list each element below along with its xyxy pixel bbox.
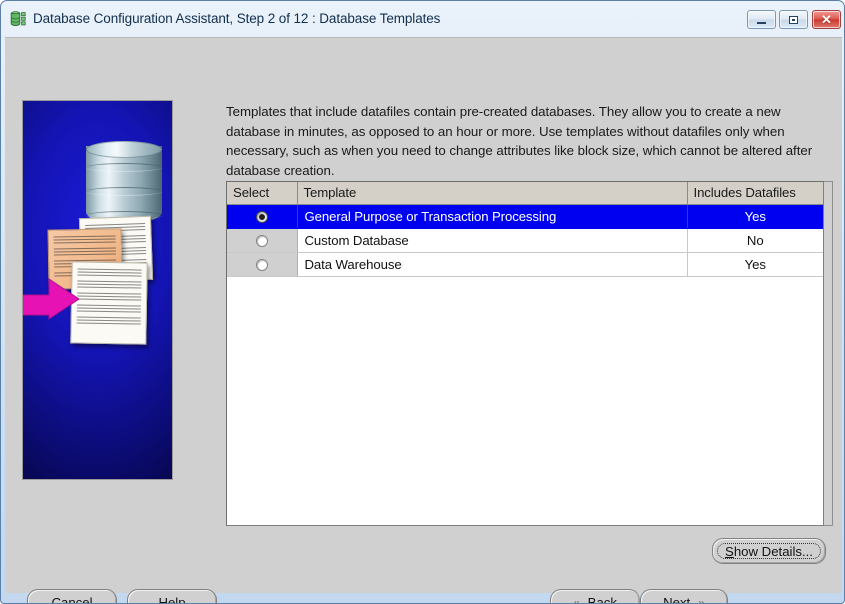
window-title: Database Configuration Assistant, Step 2… — [33, 11, 441, 26]
radio-unselected[interactable] — [255, 259, 268, 272]
row-select-cell[interactable] — [227, 204, 298, 229]
maximize-icon — [780, 11, 807, 28]
banner-document-sheet — [70, 261, 148, 345]
row-includes-datafiles: Yes — [687, 204, 823, 229]
next-button[interactable]: Next » — [640, 589, 728, 604]
title-bar[interactable]: Database Configuration Assistant, Step 2… — [1, 1, 844, 37]
row-includes-datafiles: No — [687, 228, 823, 253]
instructions-text: Templates that include datafiles contain… — [226, 104, 813, 178]
table-row[interactable]: Data Warehouse Yes — [227, 252, 823, 277]
table-scrollbar-gutter[interactable] — [824, 181, 833, 526]
database-icon — [10, 10, 28, 28]
table-header-row: Select Template Includes Datafiles — [227, 182, 823, 205]
close-glyph: ✕ — [821, 12, 832, 27]
row-includes-datafiles: Yes — [687, 252, 823, 277]
cancel-button[interactable]: Cancel — [27, 589, 117, 604]
chevron-left-icon: « — [572, 595, 580, 604]
show-details-label: Show Details... — [725, 543, 813, 559]
row-select-cell[interactable] — [227, 228, 298, 253]
row-template-name: Data Warehouse — [297, 252, 688, 277]
templates-table[interactable]: Select Template Includes Datafiles Gener… — [226, 181, 824, 526]
chevron-right-icon: » — [698, 595, 705, 604]
row-template-name: General Purpose or Transaction Processin… — [297, 204, 688, 229]
column-header-includes-datafiles[interactable]: Includes Datafiles — [687, 182, 823, 205]
radio-selected[interactable] — [255, 211, 268, 224]
table-row[interactable]: General Purpose or Transaction Processin… — [227, 204, 823, 229]
dialog-client-area: Templates that include datafiles contain… — [5, 37, 842, 603]
help-button[interactable]: Help — [127, 589, 217, 604]
row-template-name: Custom Database — [297, 228, 688, 253]
column-header-template[interactable]: Template — [297, 182, 688, 205]
banner-arrow-icon — [23, 269, 81, 323]
table-row[interactable]: Custom Database No — [227, 228, 823, 253]
row-select-cell[interactable] — [227, 252, 298, 277]
radio-unselected[interactable] — [255, 235, 268, 248]
application-window: Database Configuration Assistant, Step 2… — [0, 0, 845, 604]
close-button[interactable]: ✕ — [812, 10, 841, 29]
back-button[interactable]: « Back — [550, 589, 640, 604]
close-icon: ✕ — [813, 11, 840, 28]
maximize-button[interactable] — [779, 10, 808, 29]
next-label: Next — [663, 595, 691, 604]
side-banner-illustration — [22, 100, 173, 480]
back-label: Back — [587, 595, 617, 604]
help-label: Help — [158, 595, 186, 604]
minimize-icon — [748, 11, 775, 28]
show-details-button[interactable]: Show Details... — [712, 538, 826, 564]
cancel-label: Cancel — [51, 595, 93, 604]
column-header-select[interactable]: Select — [227, 182, 298, 205]
minimize-button[interactable] — [747, 10, 776, 29]
